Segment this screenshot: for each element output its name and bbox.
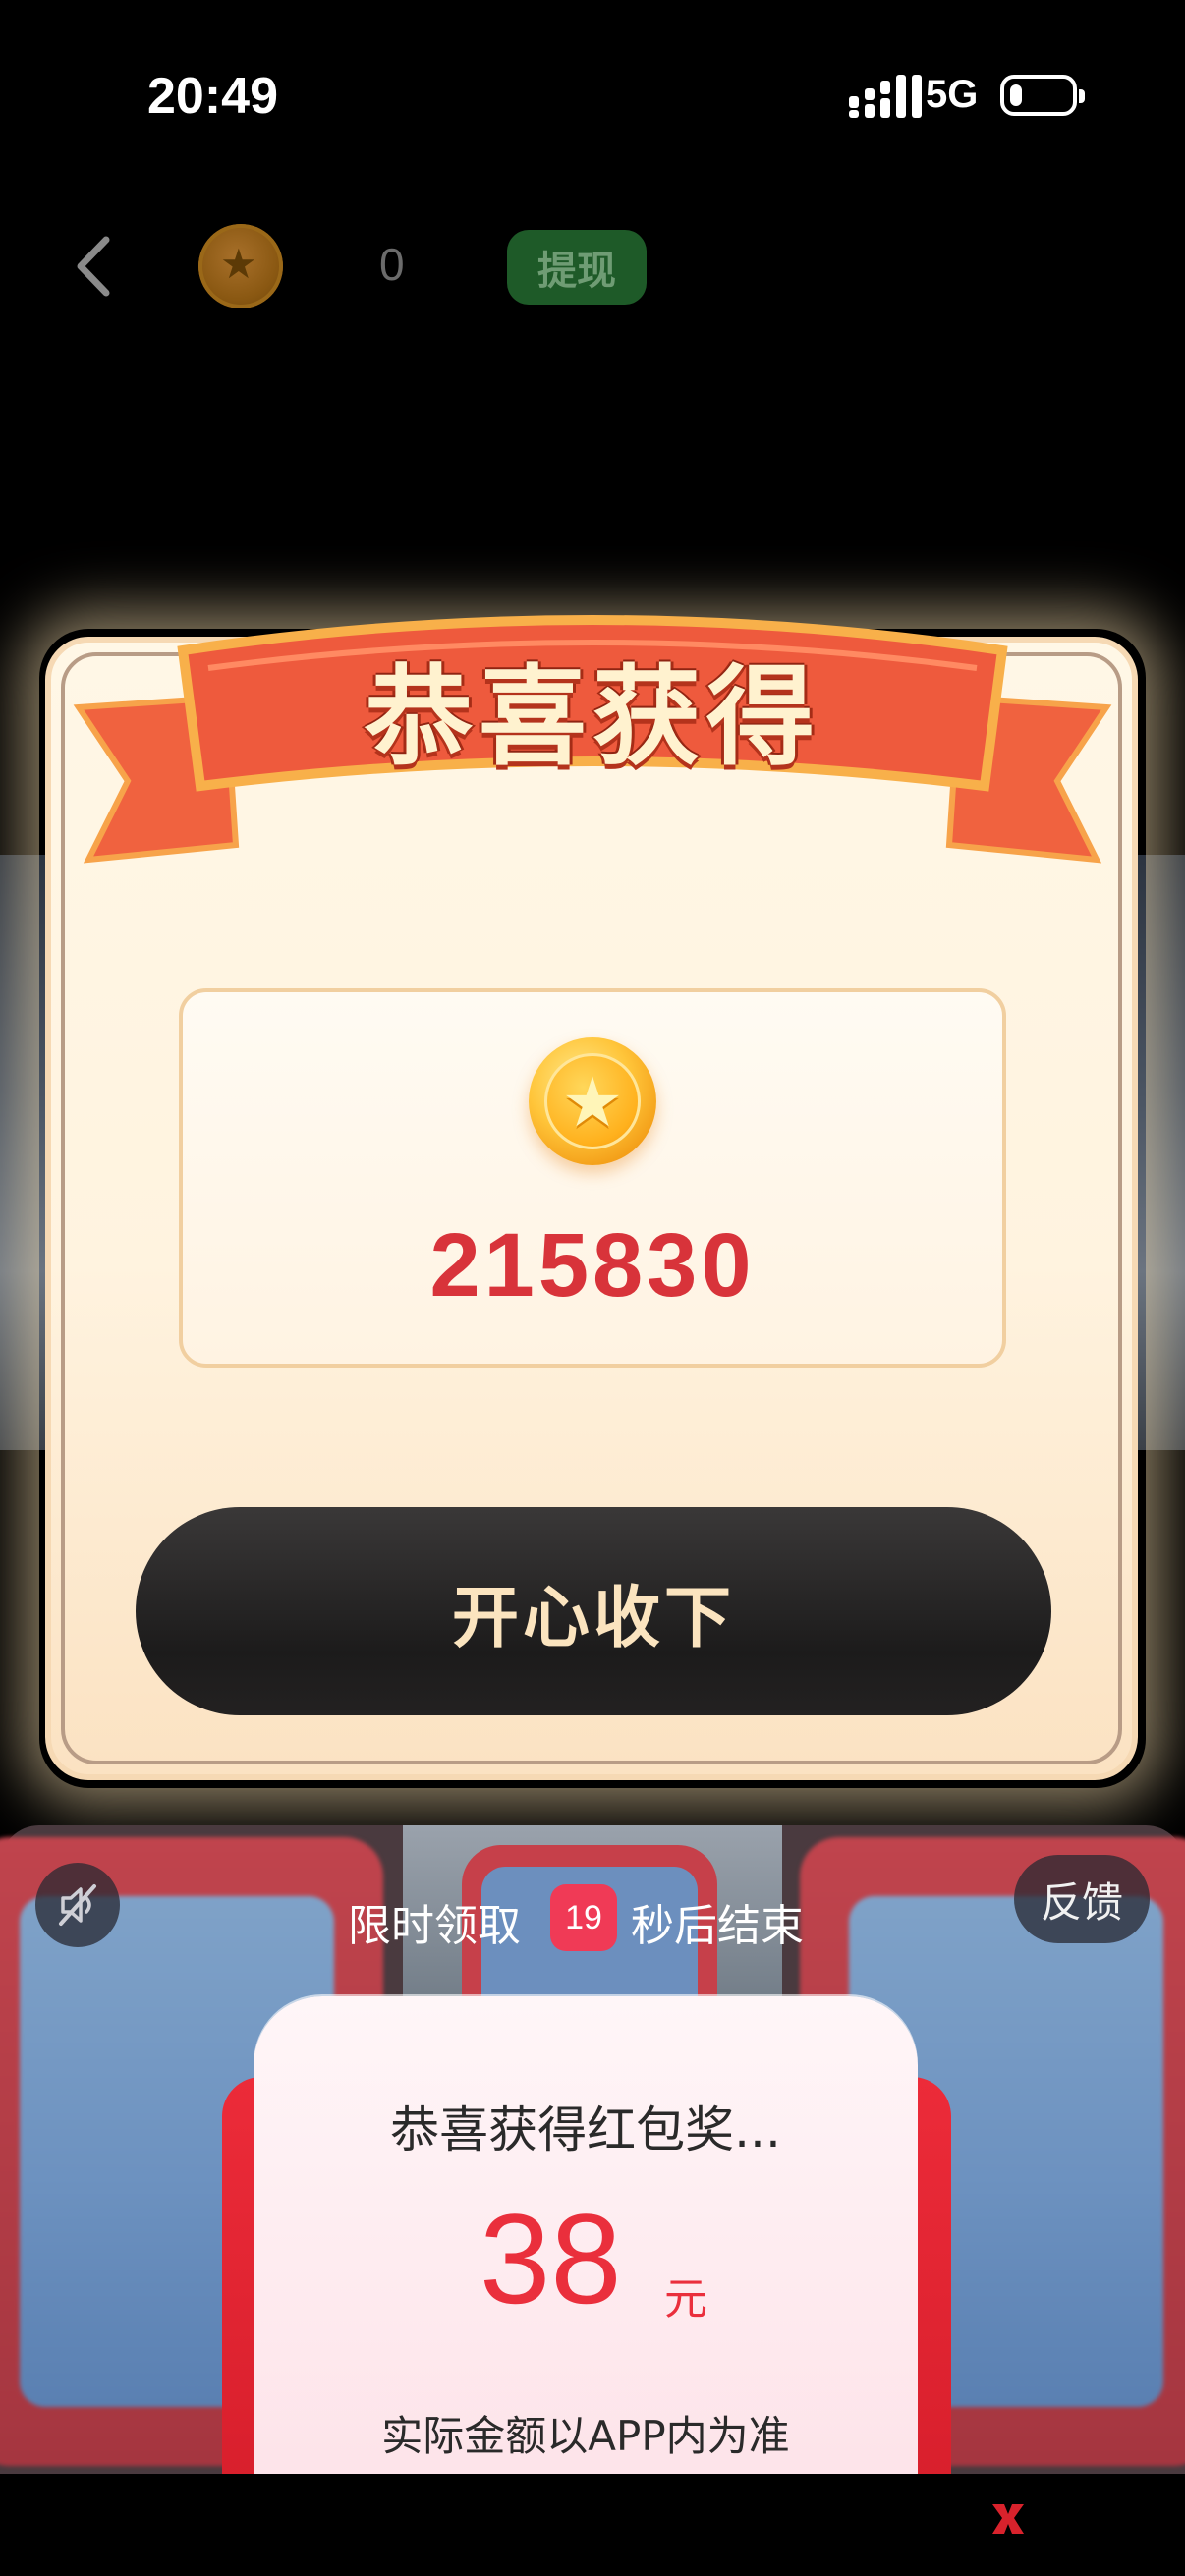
red-packet-title: 恭喜获得红包奖... (390, 2101, 781, 2158)
countdown-badge: 19 (550, 1884, 617, 1951)
watermark-icon (992, 2504, 1024, 2534)
watermark-logo (988, 2492, 1165, 2545)
accept-button[interactable]: 开心收下 (136, 1507, 1051, 1715)
limited-time-label: 限时领取 (348, 1901, 521, 1951)
mute-icon (59, 1884, 96, 1926)
red-packet-note: 实际金额以APP内为准 (381, 2412, 790, 2460)
red-packet-amount: 38 (480, 2187, 622, 2330)
mute-button[interactable] (35, 1863, 120, 1947)
withdraw-button[interactable]: 提现 (507, 230, 647, 305)
feedback-button[interactable]: 反馈 (1014, 1855, 1150, 1943)
gold-coin-icon: ★ (529, 1037, 656, 1165)
status-time: 20:49 (147, 68, 278, 125)
red-packet-unit: 元 (664, 2274, 707, 2324)
network-type: 5G (926, 73, 979, 116)
reward-amount: 215830 (429, 1215, 756, 1316)
coin-count: 0 (379, 239, 405, 290)
battery-icon (1000, 75, 1085, 116)
countdown-suffix: 秒后结束 (631, 1901, 804, 1951)
back-icon[interactable] (71, 232, 120, 301)
coin-icon: ★ (198, 224, 283, 308)
signal-icon (849, 75, 922, 118)
modal-title: 恭喜获得 (365, 654, 820, 780)
